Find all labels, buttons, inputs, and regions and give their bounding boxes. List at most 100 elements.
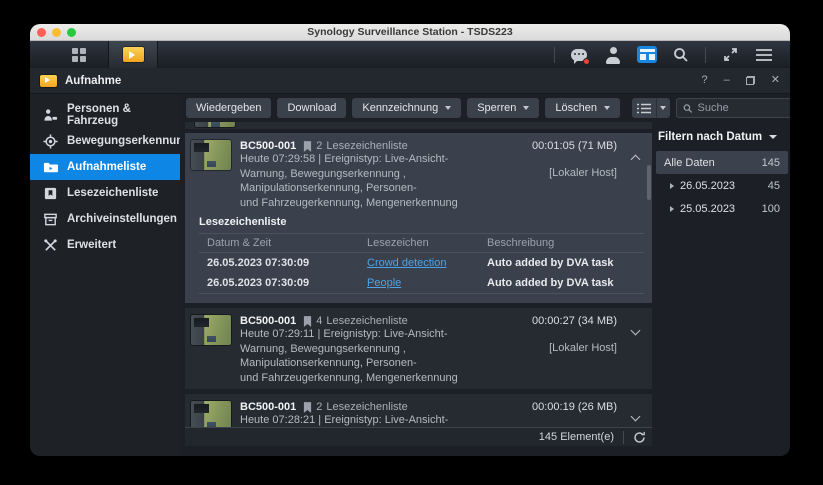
delete-dropdown-button[interactable]: Löschen <box>545 98 620 118</box>
filter-label: 25.05.2023 <box>680 202 736 215</box>
expand-button[interactable] <box>626 401 644 427</box>
column-header[interactable]: Datum & Zeit <box>199 234 359 252</box>
labeling-dropdown-button[interactable]: Kennzeichnung <box>352 98 462 118</box>
desktop-search-button[interactable] <box>671 45 691 65</box>
camera-name: BC500-001 <box>240 401 297 413</box>
widgets-icon <box>637 46 657 63</box>
bookmark-section-title: Lesezeichenliste <box>199 216 287 228</box>
minimize-button[interactable]: – <box>724 75 730 86</box>
status-divider <box>623 430 624 444</box>
recording-list-viewport: BC500-001 2 Lesezeichenliste Heute 07:29… <box>185 122 652 427</box>
bookmark-type-label: Lesezeichenliste <box>326 140 408 152</box>
sidebar-item-aufnahmeliste[interactable]: Aufnahmeliste <box>30 154 180 180</box>
lock-dropdown-button[interactable]: Sperren <box>467 98 540 118</box>
bookmark-row[interactable]: 26.05.2023 07:30:09 People Auto added by… <box>199 273 644 293</box>
chevron-down-icon <box>630 325 640 336</box>
sidebar-item-archiveinstellungen[interactable]: Archiveinstellungen <box>30 206 180 232</box>
chevron-up-icon <box>630 154 640 165</box>
sidebar-item-label: Bewegungserkennung <box>67 135 191 147</box>
filter-panel-header[interactable]: Filtern nach Datum <box>656 127 788 151</box>
host-label: [Lokaler Host] <box>549 342 617 354</box>
bookmark-count: 2 <box>316 140 323 152</box>
sidebar: Personen & Fahrzeug Bewegungserkennung A… <box>30 94 190 456</box>
view-mode-split-button[interactable] <box>631 98 670 118</box>
person-vehicle-icon <box>44 108 58 121</box>
download-button[interactable]: Download <box>277 98 347 118</box>
event-description-line: und Fahrzeugerkennung, Mengenerkennung <box>240 196 458 209</box>
bookmark-count: 4 <box>316 315 323 327</box>
notification-badge <box>583 57 590 65</box>
notifications-button[interactable] <box>569 45 590 65</box>
event-description-line: Heute 07:29:58 | Ereignistyp: Live-Ansic… <box>240 153 449 165</box>
recording-thumbnail <box>195 122 235 127</box>
search-input[interactable] <box>697 102 790 114</box>
scrollbar-thumb[interactable] <box>647 165 651 200</box>
bookmark-icon <box>304 401 312 413</box>
help-button[interactable]: ? <box>702 75 708 86</box>
sidebar-item-personen-fahrzeug[interactable]: Personen & Fahrzeug <box>30 102 180 128</box>
filter-item-date[interactable]: 26.05.2023 45 <box>656 174 788 197</box>
recording-item[interactable]: BC500-001 2 Lesezeichenliste Heute 07:28… <box>185 394 652 427</box>
close-button[interactable]: ✕ <box>771 75 780 86</box>
filter-count: 45 <box>767 179 780 192</box>
main-menu-button[interactable] <box>754 45 774 65</box>
column-header[interactable]: Beschreibung <box>479 234 644 252</box>
refresh-icon <box>634 431 645 443</box>
recording-item[interactable]: BC500-001 4 Lesezeichenliste Heute 07:29… <box>185 308 652 389</box>
search-icon <box>683 103 693 113</box>
sidebar-item-bewegungserkennung[interactable]: Bewegungserkennung <box>30 128 190 154</box>
bookmark-type-label: Lesezeichenliste <box>326 401 408 413</box>
bookmark-description: Auto added by DVA task <box>487 277 614 289</box>
element-count: 145 Element(e) <box>538 431 614 443</box>
bookmark-icon <box>304 315 312 327</box>
chevron-down-icon <box>630 411 640 422</box>
sidebar-item-label: Personen & Fahrzeug <box>67 103 131 127</box>
refresh-button[interactable] <box>633 431 646 444</box>
duration-size: 00:00:19 (26 MB) <box>532 401 617 413</box>
expand-triangle-icon <box>670 182 674 189</box>
host-label: [Lokaler Host] <box>549 167 617 179</box>
search-field[interactable] <box>675 98 790 118</box>
user-account-button[interactable] <box>603 45 623 65</box>
duration-size: 00:00:27 (34 MB) <box>532 315 617 327</box>
bookmark-type-label: Lesezeichenliste <box>326 315 408 327</box>
app-window-title: Aufnahme <box>65 74 122 87</box>
bookmark-link[interactable]: People <box>367 277 401 289</box>
chevron-down-icon <box>769 135 778 139</box>
app-launcher-button[interactable] <box>64 41 94 68</box>
search-icon <box>674 47 688 62</box>
date-filter-panel: Filtern nach Datum Alle Daten 145 26.05.… <box>656 122 788 456</box>
filter-count: 145 <box>761 156 780 169</box>
bookmark-row[interactable]: 26.05.2023 07:30:09 Crowd detection Auto… <box>199 253 644 273</box>
collapse-button[interactable] <box>626 140 644 210</box>
filter-item-all-dates[interactable]: Alle Daten 145 <box>656 151 788 174</box>
play-button[interactable]: Wiedergeben <box>186 98 272 118</box>
expand-button[interactable] <box>626 315 644 385</box>
sidebar-item-erweitert[interactable]: Erweitert <box>30 232 180 258</box>
taskbar-tab-aufnahme[interactable] <box>108 41 158 68</box>
recording-list: BC500-001 2 Lesezeichenliste Heute 07:29… <box>185 122 652 456</box>
camera-name: BC500-001 <box>240 140 297 152</box>
filter-panel-title: Filtern nach Datum <box>658 131 763 143</box>
sidebar-item-label: Aufnahmeliste <box>67 161 147 173</box>
column-header[interactable]: Lesezeichen <box>359 234 479 252</box>
maximize-button[interactable] <box>745 76 755 85</box>
archive-settings-icon <box>44 213 57 225</box>
bookmark-datetime: 26.05.2023 07:30:09 <box>207 257 310 269</box>
filter-item-date[interactable]: 25.05.2023 100 <box>656 197 788 220</box>
surveillance-station-window: Synology Surveillance Station - TSDS223 <box>30 24 790 456</box>
widgets-button[interactable] <box>637 45 657 65</box>
recording-thumbnail <box>191 315 231 345</box>
recording-item[interactable]: BC500-001 2 Lesezeichenliste Heute 07:29… <box>185 133 652 303</box>
event-description-line: Warnung, Bewegungserkennung , Manipulati… <box>240 167 417 195</box>
bookmark-list-icon <box>44 187 57 199</box>
bookmark-link[interactable]: Crowd detection <box>367 257 447 269</box>
sidebar-item-lesezeichenliste[interactable]: Lesezeichenliste <box>30 180 180 206</box>
hamburger-menu-icon <box>756 48 772 61</box>
recording-list-icon <box>43 162 58 172</box>
recording-thumbnail <box>191 140 231 170</box>
camera-name: BC500-001 <box>240 315 297 327</box>
fullscreen-button[interactable] <box>720 45 740 65</box>
chevron-down-icon <box>660 106 667 110</box>
bookmark-description: Auto added by DVA task <box>487 257 614 269</box>
